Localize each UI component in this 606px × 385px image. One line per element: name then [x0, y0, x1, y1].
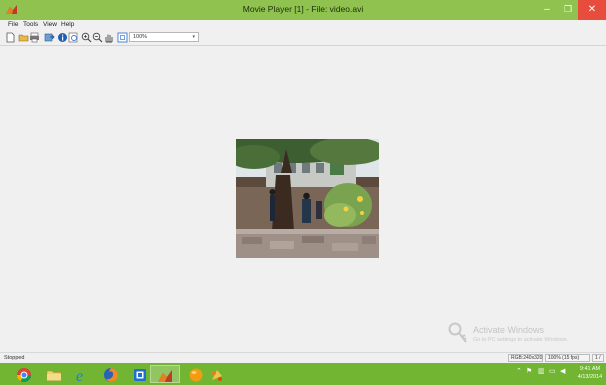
- video-frame: [236, 139, 379, 258]
- frame-icon[interactable]: [68, 32, 79, 43]
- watermark-subtitle: Go to PC settings to activate Windows.: [473, 337, 569, 343]
- firefox-icon: [104, 368, 118, 382]
- taskbar-firefox[interactable]: [97, 365, 125, 383]
- zoom-in-icon[interactable]: [81, 32, 92, 43]
- video-format: RGB:240x320: [508, 354, 543, 362]
- export-icon[interactable]: [44, 32, 55, 43]
- folder-icon: [46, 370, 62, 381]
- activate-windows-watermark: Activate Windows Go to PC settings to ac…: [448, 322, 598, 348]
- open-folder-icon[interactable]: [18, 32, 29, 43]
- zoom-fps: 100% (15 fps): [545, 354, 590, 362]
- minimize-button[interactable]: –: [537, 0, 557, 20]
- taskbar-chrome[interactable]: [10, 365, 38, 383]
- tray-battery-icon[interactable]: ▭: [549, 367, 556, 375]
- print-icon[interactable]: [29, 32, 40, 43]
- maximize-button[interactable]: ❐: [558, 0, 578, 20]
- title-bar: Movie Player [1] - File: video.avi – ❐ ✕: [0, 0, 606, 20]
- taskbar-clock[interactable]: 9:41 AM 4/13/2014: [574, 365, 606, 381]
- taskbar-internet-explorer[interactable]: e: [68, 365, 96, 383]
- watermark-title: Activate Windows: [473, 325, 545, 335]
- menu-help[interactable]: Help: [61, 20, 74, 30]
- paint-icon: [212, 370, 222, 381]
- pan-hand-icon[interactable]: [103, 32, 114, 43]
- internet-explorer-icon: e: [76, 368, 83, 383]
- tray-flag-icon[interactable]: ⚑: [526, 367, 532, 375]
- frame-counter: 1 /: [592, 354, 604, 362]
- key-icon: [448, 322, 467, 343]
- taskbar-matlab[interactable]: [150, 365, 180, 383]
- zoom-out-icon[interactable]: [92, 32, 103, 43]
- menu-bar: File Tools View Help: [0, 20, 606, 30]
- chrome-icon: [16, 368, 32, 383]
- video-frame-image: [236, 139, 379, 258]
- tray-expand-icon[interactable]: ⌃: [516, 367, 522, 375]
- orange-ball-icon: [189, 368, 203, 382]
- media-app-icon: [134, 369, 146, 381]
- new-file-icon[interactable]: [5, 32, 16, 43]
- tray-volume-icon[interactable]: ◀: [560, 367, 565, 375]
- zoom-level-select[interactable]: 100% ▾: [129, 32, 199, 42]
- taskbar-file-explorer[interactable]: [40, 365, 68, 383]
- svg-text:e: e: [76, 368, 83, 383]
- menu-file[interactable]: File: [8, 20, 18, 30]
- close-button[interactable]: ✕: [578, 0, 606, 20]
- toolbar: 100% ▾: [0, 30, 606, 46]
- window-title: Movie Player [1] - File: video.avi: [242, 4, 364, 14]
- clock-time: 9:41 AM: [579, 366, 601, 372]
- zoom-level-value: 100%: [133, 34, 148, 40]
- info-icon[interactable]: [57, 32, 68, 43]
- menu-tools[interactable]: Tools: [23, 20, 38, 30]
- taskbar-paint-app[interactable]: [203, 365, 231, 383]
- system-tray: ⌃ ⚑ ▥ ▭ ◀: [514, 367, 574, 381]
- playback-status: Stopped: [4, 355, 25, 361]
- tray-network-icon[interactable]: ▥: [538, 367, 545, 375]
- fit-window-icon[interactable]: [117, 32, 128, 43]
- menu-view[interactable]: View: [43, 20, 57, 30]
- clock-date: 4/13/2014: [577, 374, 603, 380]
- matlab-icon: [158, 370, 172, 382]
- taskbar: e ⌃ ⚑ ▥ ▭ ◀ 9:41 AM 4/13/2014: [0, 363, 606, 385]
- chevron-down-icon: ▾: [192, 34, 195, 40]
